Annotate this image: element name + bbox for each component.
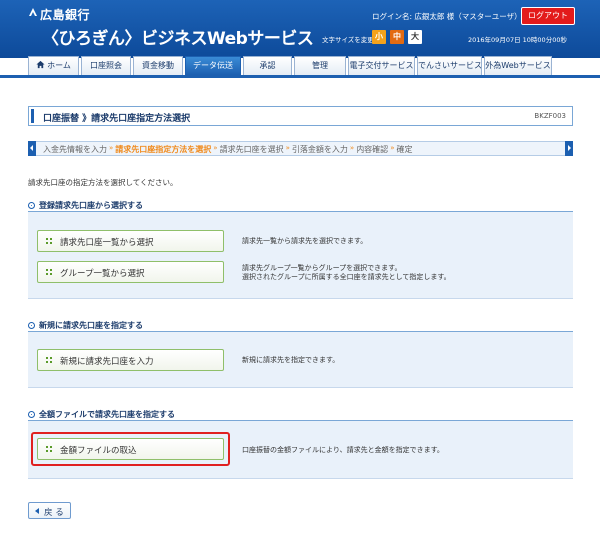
- step-separator-icon: »: [349, 144, 355, 152]
- font-size-small-button[interactable]: 小: [372, 30, 386, 44]
- tab-account-inquiry[interactable]: 口座照会: [81, 56, 131, 75]
- section-bullet-icon: [28, 411, 35, 418]
- option-description-line2: 選択されたグループに所属する全口座を請求先として指定します。: [242, 273, 451, 281]
- chevron-right-icon: [568, 145, 571, 151]
- button-label: グループ一覧から選択: [60, 269, 145, 279]
- bank-logo-icon: [29, 8, 37, 16]
- button-label: 請求先口座一覧から選択: [60, 238, 154, 248]
- select-from-payer-list-button[interactable]: 請求先口座一覧から選択: [37, 230, 224, 252]
- tab-approval[interactable]: 承認: [243, 56, 292, 75]
- back-button[interactable]: 戻 る: [28, 502, 71, 519]
- service-name: 〈ひろぎん〉ビジネスWebサービス: [42, 29, 314, 49]
- tab-e-delivery[interactable]: 電子交付サービス: [348, 56, 415, 75]
- select-from-group-list-button[interactable]: グループ一覧から選択: [37, 261, 224, 283]
- step-item: 引落金額を入力: [291, 145, 348, 154]
- login-info: ログイン名: 広銀太郎 様（マスターユーザ）: [372, 12, 522, 21]
- option-description: 口座振替の金額ファイルにより、請求先と金額を指定できます。: [242, 446, 444, 454]
- back-button-label: 戻 る: [44, 508, 64, 518]
- option-description: 請求先一覧から請求先を選択できます。: [242, 237, 368, 245]
- font-size-label: 文字サイズを変更: [322, 36, 374, 44]
- home-icon: [36, 60, 45, 69]
- grip-icon: [46, 357, 52, 364]
- tab-forex[interactable]: 外為Webサービス: [484, 56, 552, 75]
- grip-icon: [46, 269, 52, 276]
- font-size-large-button[interactable]: 大: [408, 30, 422, 44]
- logout-button[interactable]: ログアウト: [521, 7, 575, 25]
- login-datetime: 2016年09月07日 10時00分00秒: [468, 36, 567, 44]
- chevron-left-icon: [30, 145, 33, 151]
- step-item: 確定: [396, 145, 413, 154]
- step-scroll-right[interactable]: [565, 141, 573, 156]
- step-indicator: 入金先情報を入力» 請求先口座指定方法を選択» 請求先口座を選択» 引落金額を入…: [28, 141, 573, 156]
- enter-new-payer-account-button[interactable]: 新規に請求先口座を入力: [37, 349, 224, 371]
- screen-code: BKZF003: [534, 112, 566, 120]
- tab-data-transmission[interactable]: データ伝送: [185, 56, 241, 75]
- button-label: 新規に請求先口座を入力: [60, 357, 154, 367]
- step-separator-icon: »: [213, 144, 218, 152]
- step-list: 入金先情報を入力» 請求先口座指定方法を選択» 請求先口座を選択» 引落金額を入…: [43, 144, 412, 155]
- font-size-medium-button[interactable]: 中: [390, 30, 404, 44]
- section-title-text: 登録請求先口座から選択する: [39, 201, 143, 210]
- option-description-line1: 請求先グループ一覧からグループを選択できます。: [242, 264, 402, 272]
- tab-home[interactable]: ホーム: [28, 56, 79, 75]
- title-accent: [31, 109, 34, 123]
- highlight-frame: [31, 432, 230, 466]
- step-separator-icon: »: [390, 144, 395, 152]
- instruction-text: 請求先口座の指定方法を選択してください。: [28, 178, 178, 187]
- tab-fund-transfer[interactable]: 資金移動: [133, 56, 183, 75]
- step-separator-icon: »: [285, 144, 290, 152]
- section-bullet-icon: [28, 202, 35, 209]
- tab-home-label: ホーム: [47, 61, 71, 70]
- back-arrow-icon: [35, 508, 39, 514]
- step-separator-icon: »: [109, 144, 114, 152]
- section-panel-registered: [28, 212, 573, 299]
- nav-underline: [0, 75, 600, 78]
- step-item: 入金先情報を入力: [43, 145, 107, 154]
- step-item-current: 請求先口座指定方法を選択: [115, 145, 212, 154]
- section-title-text: 全額ファイルで請求先口座を指定する: [39, 410, 175, 419]
- section-title-new: 新規に請求先口座を指定する: [28, 320, 143, 331]
- tab-management[interactable]: 管理: [294, 56, 346, 75]
- step-scroll-left[interactable]: [28, 141, 36, 156]
- bank-name: 広島銀行: [40, 8, 91, 22]
- option-description: 新規に請求先を指定できます。: [242, 356, 340, 364]
- section-bullet-icon: [28, 322, 35, 329]
- page-title: 口座振替 》請求先口座指定方法選択: [43, 114, 191, 124]
- main-nav: ホーム 口座照会 資金移動 データ伝送 承認 管理 電子交付サービス でんさいサ…: [28, 56, 554, 75]
- grip-icon: [46, 238, 52, 245]
- page-title-box: 口座振替 》請求先口座指定方法選択 BKZF003: [28, 106, 573, 126]
- section-title-registered: 登録請求先口座から選択する: [28, 200, 143, 211]
- section-title-file: 全額ファイルで請求先口座を指定する: [28, 409, 175, 420]
- step-item: 内容確認: [356, 145, 389, 154]
- tab-densai[interactable]: でんさいサービス: [417, 56, 482, 75]
- step-item: 請求先口座を選択: [219, 145, 284, 154]
- section-title-text: 新規に請求先口座を指定する: [39, 321, 143, 330]
- app-header: 広島銀行 〈ひろぎん〉ビジネスWebサービス ログイン名: 広銀太郎 様（マスタ…: [0, 0, 600, 58]
